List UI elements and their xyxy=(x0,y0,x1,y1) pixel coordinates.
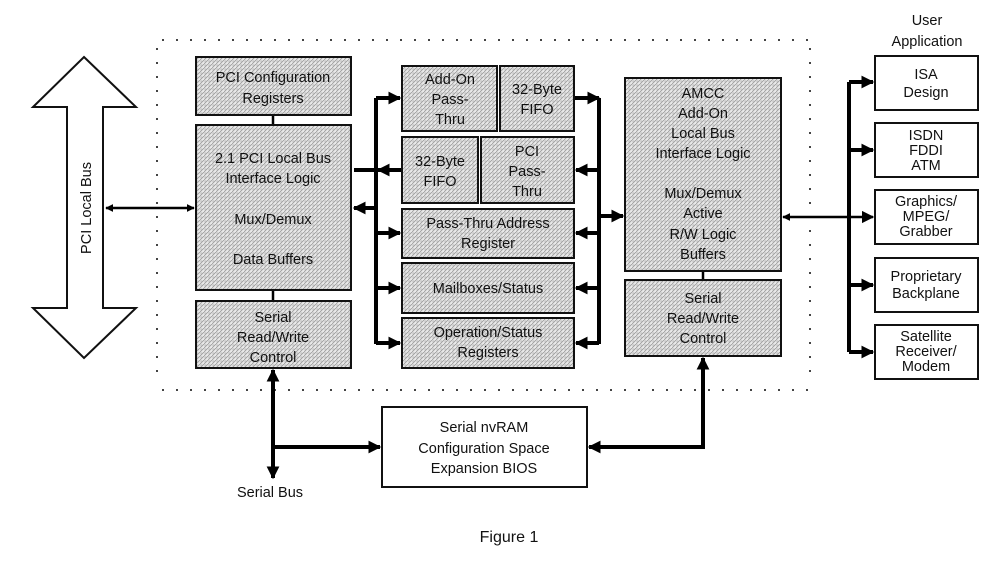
nvram-line-1: Serial nvRAM xyxy=(440,420,529,436)
user-app-proprietary-line-1: Proprietary xyxy=(891,269,963,285)
figure-caption: Figure 1 xyxy=(480,529,539,546)
pci-interface-line-2: Interface Logic xyxy=(225,171,320,187)
user-app-isdn-line-3: ATM xyxy=(911,158,941,174)
amcc-line-7: R/W Logic xyxy=(670,227,737,243)
pci-passthru-block: PCI Pass- Thru xyxy=(480,136,575,204)
amcc-line-2: Add-On xyxy=(678,106,728,122)
serial-rw-right-line-1: Serial xyxy=(684,291,721,307)
mailboxes-status-label: Mailboxes/Status xyxy=(433,281,543,297)
user-app-graphics-mpeg-grabber: Graphics/ MPEG/ Grabber xyxy=(874,189,979,245)
fifo-top-block: 32-Byte FIFO xyxy=(499,65,575,132)
user-app-graphics-line-3: Grabber xyxy=(899,224,952,240)
user-app-isdn-fddi-atm: ISDN FDDI ATM xyxy=(874,122,979,178)
passthru-address-register-block: Pass-Thru Address Register xyxy=(401,208,575,259)
pci-config-line-1: PCI Configuration xyxy=(216,70,330,86)
serial-rw-control-left-block: Serial Read/Write Control xyxy=(195,300,352,369)
serial-rw-left-line-1: Serial xyxy=(254,310,291,326)
pci-interface-line-3: Mux/Demux xyxy=(234,212,312,228)
passthru-address-line-2: Register xyxy=(461,236,515,252)
pci-local-bus-label: PCI Local Bus xyxy=(79,162,95,254)
fifo-mid-block: 32-Byte FIFO xyxy=(401,136,479,204)
fifo-mid-line-1: 32-Byte xyxy=(415,154,465,170)
mailboxes-status-block: Mailboxes/Status xyxy=(401,262,575,314)
user-app-graphics-line-1: Graphics/ xyxy=(895,194,958,210)
amcc-line-8: Buffers xyxy=(680,247,726,263)
nvram-line-2: Configuration Space xyxy=(418,441,549,457)
operation-status-line-1: Operation/Status xyxy=(434,325,543,341)
pci-config-line-2: Registers xyxy=(242,91,303,107)
pci-passthru-line-1: PCI xyxy=(515,144,539,160)
user-application-title: User Application xyxy=(892,13,963,50)
amcc-line-6: Active xyxy=(683,206,723,222)
user-app-isa-line-1: ISA xyxy=(914,67,938,83)
user-app-satellite-line-2: Receiver/ xyxy=(895,344,957,360)
user-app-isa-line-2: Design xyxy=(903,85,948,101)
serial-rw-right-line-2: Read/Write xyxy=(667,311,739,327)
pci-config-registers-block: PCI Configuration Registers xyxy=(195,56,352,116)
fifo-top-line-1: 32-Byte xyxy=(512,82,562,98)
user-application-title-line-2: Application xyxy=(892,34,963,50)
serial-bus-label: Serial Bus xyxy=(237,485,303,501)
nvram-line-3: Expansion BIOS xyxy=(431,461,537,477)
user-app-graphics-line-2: MPEG/ xyxy=(903,209,951,225)
pci-interface-line-4: Data Buffers xyxy=(233,252,313,268)
amcc-addon-interface-block: AMCC Add-On Local Bus Interface Logic Mu… xyxy=(624,77,782,272)
user-app-isdn-line-2: FDDI xyxy=(909,143,943,159)
serial-rw-left-line-3: Control xyxy=(250,350,297,366)
pci-interface-logic-block: 2.1 PCI Local Bus Interface Logic Mux/De… xyxy=(195,124,352,291)
addon-passthru-line-1: Add-On xyxy=(425,72,475,88)
serial-rw-control-right-block: Serial Read/Write Control xyxy=(624,279,782,357)
serial-rw-left-line-2: Read/Write xyxy=(237,330,309,346)
amcc-line-3: Local Bus xyxy=(671,126,735,142)
user-application-title-line-1: User xyxy=(912,13,943,29)
amcc-line-5: Mux/Demux xyxy=(664,186,742,202)
amcc-line-4: Interface Logic xyxy=(655,146,750,162)
pci-interface-line-1: 2.1 PCI Local Bus xyxy=(215,151,331,167)
pci-passthru-line-3: Thru xyxy=(512,184,542,200)
serial-rw-right-line-3: Control xyxy=(680,331,727,347)
user-app-isdn-line-1: ISDN xyxy=(909,128,944,144)
user-app-satellite-receiver-modem: Satellite Receiver/ Modem xyxy=(874,324,979,380)
pci-block-diagram: PCI Local Bus PCI Configuration Register… xyxy=(30,13,979,546)
user-app-satellite-line-1: Satellite xyxy=(900,329,952,345)
operation-status-registers-block: Operation/Status Registers xyxy=(401,317,575,369)
user-app-proprietary-line-2: Backplane xyxy=(892,286,960,302)
pci-passthru-line-2: Pass- xyxy=(508,164,545,180)
user-app-satellite-line-3: Modem xyxy=(902,359,950,375)
addon-passthru-line-2: Pass- xyxy=(431,92,468,108)
amcc-line-1: AMCC xyxy=(682,86,725,102)
addon-passthru-block: Add-On Pass- Thru xyxy=(401,65,498,132)
addon-passthru-line-3: Thru xyxy=(435,112,465,128)
operation-status-line-2: Registers xyxy=(457,345,518,361)
fifo-top-line-2: FIFO xyxy=(520,102,553,118)
fifo-mid-line-2: FIFO xyxy=(423,174,456,190)
passthru-address-line-1: Pass-Thru Address xyxy=(426,216,549,232)
serial-nvram-block: Serial nvRAM Configuration Space Expansi… xyxy=(381,406,588,488)
user-app-proprietary-backplane: Proprietary Backplane xyxy=(874,257,979,313)
user-app-isa-design: ISA Design xyxy=(874,55,979,111)
